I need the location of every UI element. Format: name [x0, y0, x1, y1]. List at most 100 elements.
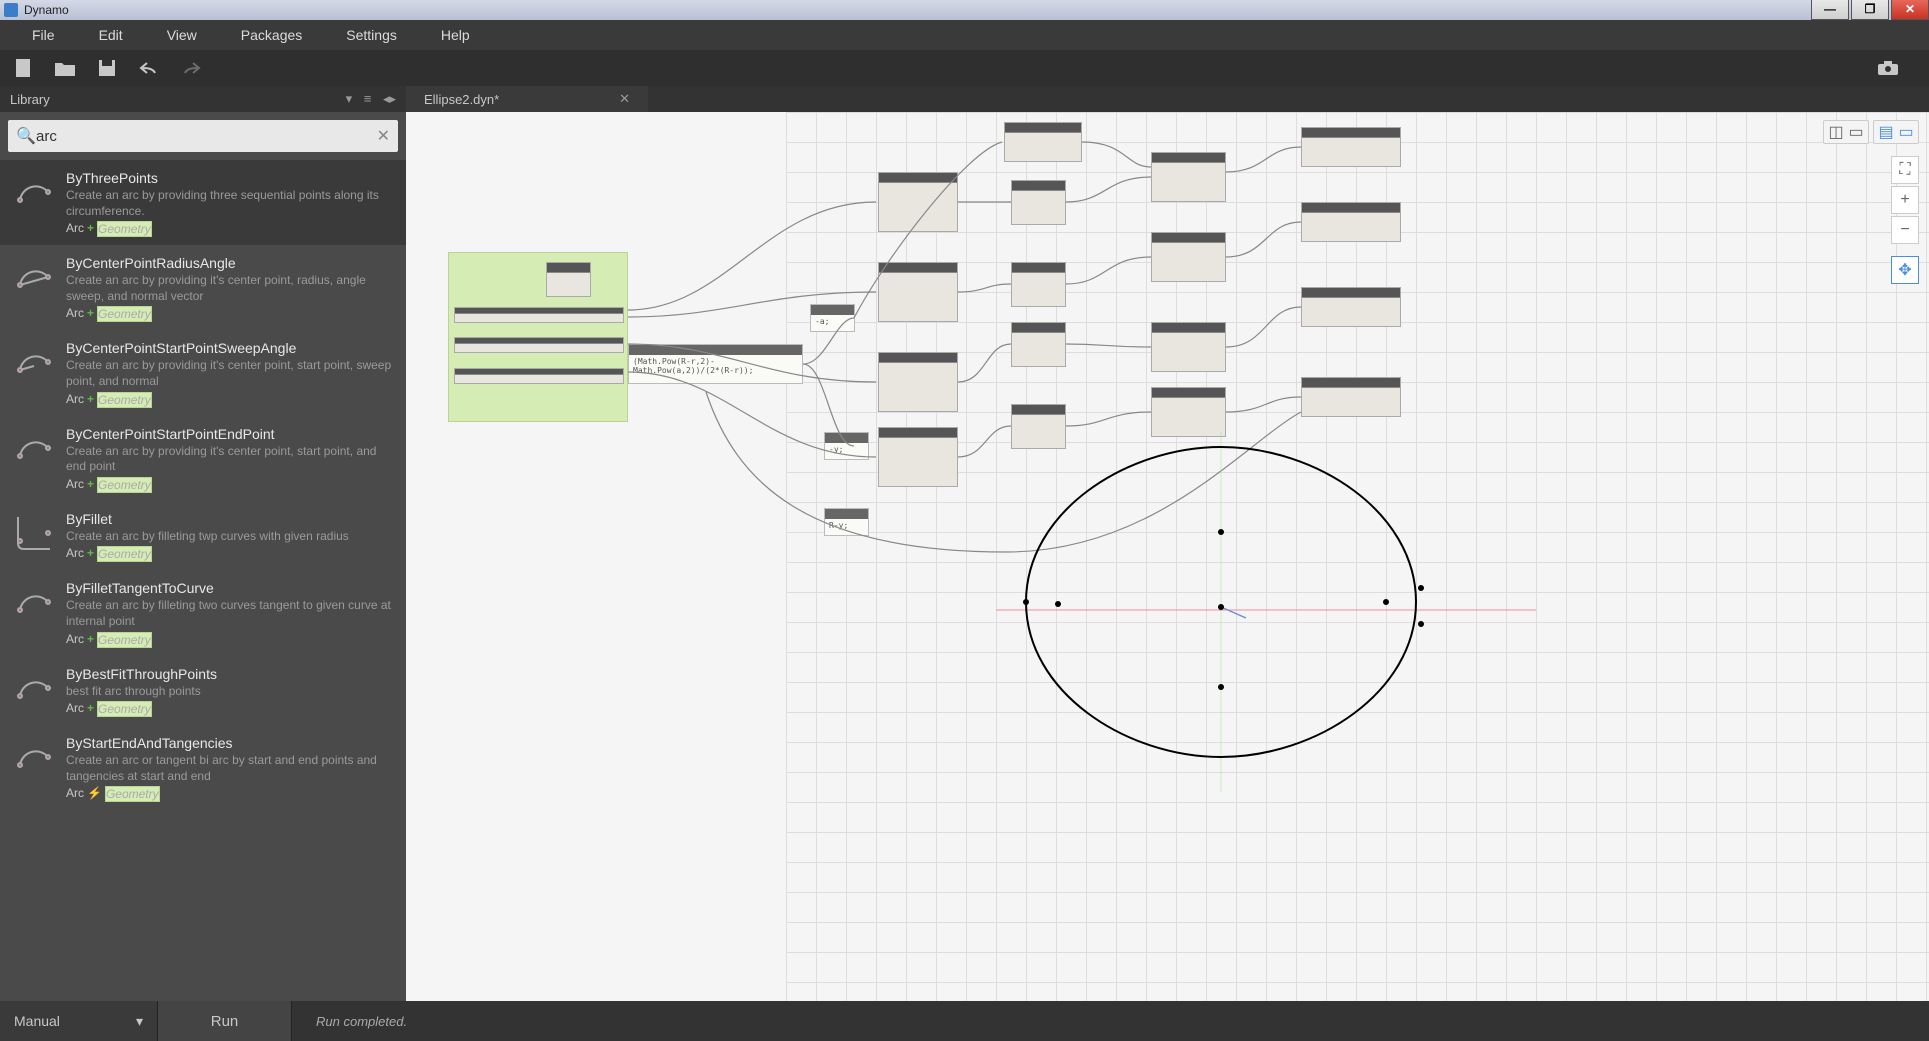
menu-packages[interactable]: Packages — [219, 27, 324, 43]
result-description: Create an arc by filleting twp curves wi… — [66, 529, 394, 545]
graph-node[interactable] — [546, 262, 591, 297]
sort-icon[interactable]: ≡ — [364, 91, 372, 106]
geometry-preview — [996, 432, 1536, 792]
collapse-icon[interactable]: ◂▸ — [383, 91, 396, 106]
search-result-item[interactable]: ByBestFitThroughPoints best fit arc throu… — [0, 656, 406, 726]
menu-edit[interactable]: Edit — [77, 27, 145, 43]
result-description: Create an arc by providing it's center p… — [66, 273, 394, 304]
tab-close-icon[interactable]: ✕ — [619, 91, 630, 107]
graph-node[interactable] — [1151, 152, 1226, 202]
document-tab[interactable]: Ellipse2.dyn* ✕ — [406, 86, 648, 112]
nav-fit-icon[interactable]: ▭ — [1896, 123, 1916, 141]
toolbar — [0, 50, 1929, 86]
window-titlebar: Dynamo — ❐ ✕ — [0, 0, 1929, 20]
graph-node[interactable] — [454, 307, 624, 323]
result-description: Create an arc by providing three sequent… — [66, 188, 394, 219]
save-button[interactable] — [92, 53, 122, 83]
result-description: Create an arc by providing it's center p… — [66, 358, 394, 389]
graph-node[interactable] — [1301, 377, 1401, 417]
search-result-item[interactable]: ByCenterPointStartPointEndPointCreate an… — [0, 416, 406, 501]
zoom-fit-button[interactable]: ⛶ — [1891, 156, 1919, 184]
run-bar: Manual ▾ Run Run completed. — [0, 1001, 1929, 1041]
graph-node[interactable] — [1301, 287, 1401, 327]
result-path: Arc+Geometry — [66, 477, 394, 491]
result-path: Arc+Geometry — [66, 701, 394, 715]
arc-icon — [14, 257, 54, 297]
new-file-button[interactable] — [8, 53, 38, 83]
result-title: ByFilletTangentToCurve — [66, 580, 394, 596]
window-close-button[interactable]: ✕ — [1891, 0, 1929, 20]
zoom-controls: ⛶ + − ✥ — [1891, 156, 1919, 286]
code-block-text: R-y; — [825, 519, 868, 532]
search-result-item[interactable]: ByCenterPointRadiusAngle Create an arc by… — [0, 245, 406, 330]
code-block-node[interactable]: (Math.Pow(R-r,2)-Math.Pow(a,2))/(2*(R-r)… — [628, 344, 803, 384]
arc-icon — [14, 342, 54, 382]
open-file-button[interactable] — [50, 53, 80, 83]
result-path: Arc+Geometry — [66, 546, 394, 560]
menu-help[interactable]: Help — [419, 27, 492, 43]
result-title: ByBestFitThroughPoints — [66, 666, 394, 682]
clear-search-icon[interactable]: ✕ — [377, 126, 390, 146]
redo-button[interactable] — [176, 53, 206, 83]
window-minimize-button[interactable]: — — [1811, 0, 1849, 20]
search-result-item[interactable]: ByStartEndAndTangenciesCreate an arc or … — [0, 725, 406, 810]
result-description: best fit arc through points — [66, 684, 394, 700]
arc-icon — [14, 737, 54, 777]
graph-node[interactable] — [1151, 322, 1226, 372]
search-box[interactable]: 🔍 ✕ — [8, 120, 398, 152]
graph-node[interactable] — [1011, 180, 1066, 225]
graph-node[interactable] — [454, 368, 624, 384]
code-block-text: (Math.Pow(R-r,2)-Math.Pow(a,2))/(2*(R-r)… — [629, 355, 802, 377]
screenshot-button[interactable] — [1873, 53, 1903, 83]
search-input[interactable] — [36, 128, 370, 145]
graph-node[interactable] — [878, 262, 958, 322]
graph-canvas[interactable]: (Math.Pow(R-r,2)-Math.Pow(a,2))/(2*(R-r)… — [406, 112, 1929, 1001]
result-path: Arc+Geometry — [66, 306, 394, 320]
zoom-in-button[interactable]: + — [1891, 186, 1919, 214]
zoom-out-button[interactable]: − — [1891, 216, 1919, 244]
result-path: Arc⚡Geometry — [66, 786, 394, 800]
result-description: Create an arc by providing it's center p… — [66, 444, 394, 475]
search-result-item[interactable]: ByFillet Create an arc by filleting twp c… — [0, 501, 406, 571]
graph-node[interactable] — [1011, 322, 1066, 367]
run-button[interactable]: Run — [158, 1001, 292, 1041]
menu-bar: File Edit View Packages Settings Help — [0, 20, 1929, 50]
library-panel: Library ▾ ≡ ◂▸ 🔍 ✕ ByThreePoints Create a… — [0, 86, 406, 1001]
result-title: ByCenterPointRadiusAngle — [66, 255, 394, 271]
library-header: Library ▾ ≡ ◂▸ — [0, 86, 406, 112]
graph-node[interactable] — [1301, 202, 1401, 242]
code-block-node[interactable]: -a; — [810, 304, 855, 332]
graph-node[interactable] — [878, 427, 958, 487]
document-tab-bar: Ellipse2.dyn* ✕ — [406, 86, 1929, 112]
graph-node[interactable] — [1004, 122, 1082, 162]
code-block-node[interactable]: R-y; — [824, 508, 869, 536]
search-result-item[interactable]: ByCenterPointStartPointSweepAngleCreate … — [0, 330, 406, 415]
search-result-item[interactable]: ByFilletTangentToCurveCreate an arc by f… — [0, 570, 406, 655]
pan-button[interactable]: ✥ — [1891, 256, 1919, 284]
search-results[interactable]: ByThreePoints Create an arc by providing … — [0, 160, 406, 1001]
menu-settings[interactable]: Settings — [324, 27, 419, 43]
view-graph-icon[interactable]: ▭ — [1846, 123, 1866, 141]
search-result-item[interactable]: ByThreePoints Create an arc by providing … — [0, 160, 406, 245]
graph-node[interactable] — [454, 337, 624, 353]
library-title: Library — [10, 92, 50, 107]
graph-node[interactable] — [1301, 127, 1401, 167]
window-maximize-button[interactable]: ❐ — [1851, 0, 1889, 20]
view-3d-icon[interactable]: ◫ — [1826, 123, 1846, 141]
nav-pan-icon[interactable]: ▤ — [1876, 123, 1896, 141]
menu-view[interactable]: View — [145, 27, 219, 43]
run-mode-dropdown[interactable]: Manual ▾ — [0, 1001, 158, 1041]
graph-node[interactable] — [878, 352, 958, 412]
graph-node[interactable] — [1151, 232, 1226, 282]
graph-node[interactable] — [1011, 262, 1066, 307]
graph-node[interactable] — [1151, 387, 1226, 437]
result-title: ByThreePoints — [66, 170, 394, 186]
filter-icon[interactable]: ▾ — [346, 91, 353, 106]
menu-file[interactable]: File — [10, 27, 77, 43]
graph-node[interactable] — [878, 172, 958, 232]
result-description: Create an arc or tangent bi arc by start… — [66, 753, 394, 784]
chevron-down-icon: ▾ — [136, 1013, 143, 1030]
result-title: ByFillet — [66, 511, 394, 527]
code-block-node[interactable]: -y; — [824, 432, 869, 460]
undo-button[interactable] — [134, 53, 164, 83]
